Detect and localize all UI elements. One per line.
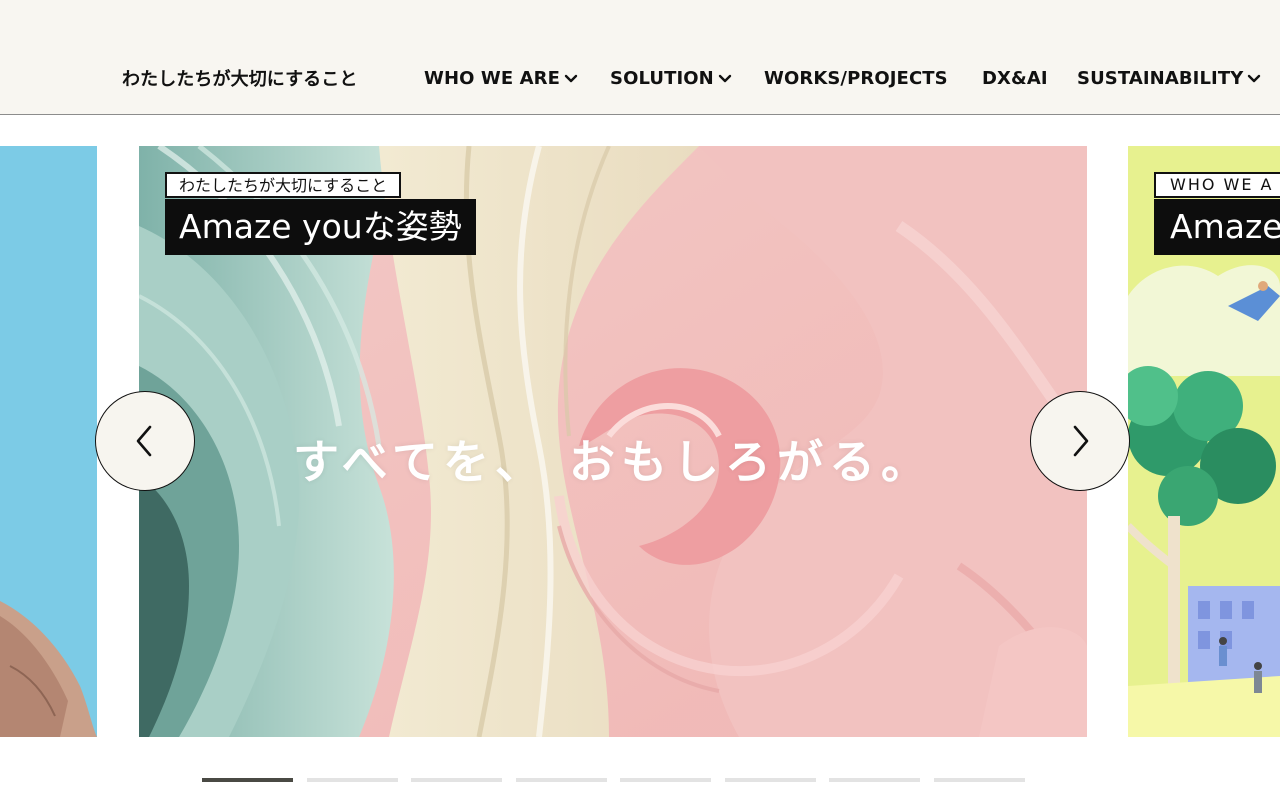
nav-item-label: わたしたちが大切にすること: [122, 69, 358, 90]
site-header: わたしたちが大切にすること WHO WE ARE SOLUTION WORKS/…: [0, 0, 1280, 115]
hero-carousel: わたしたちが大切にすること Amaze youな姿勢 すべてを、 おもしろがる。: [0, 146, 1280, 738]
nav-item-solution[interactable]: SOLUTION: [610, 63, 732, 93]
slide-previous-image: [0, 146, 97, 737]
pagination-dot-3[interactable]: [411, 778, 502, 782]
chevron-left-icon: [136, 425, 152, 457]
nav-item-label: SUSTAINABILITY: [1077, 67, 1244, 89]
chevron-down-icon: [718, 74, 732, 83]
nav-item-label: SOLUTION: [610, 67, 714, 89]
nav-item-label: WHO WE ARE: [424, 67, 560, 89]
pagination-dot-6[interactable]: [724, 778, 816, 782]
carousel-pagination: [0, 778, 1280, 784]
slide-previous[interactable]: [0, 146, 97, 737]
next-slide-category-label: WHO WE A: [1154, 172, 1280, 198]
chevron-down-icon: [564, 74, 578, 83]
nav-item-sustainability[interactable]: SUSTAINABILITY: [1077, 63, 1261, 93]
nav-item-dx-ai[interactable]: DX&AI: [982, 63, 1048, 93]
next-slide-title: Amaze: [1154, 199, 1280, 255]
pagination-dot-2[interactable]: [306, 778, 398, 782]
slide-title: Amaze youな姿勢: [165, 199, 476, 255]
pagination-dot-1[interactable]: [202, 778, 293, 782]
slide-tagline: すべてを、 おもしろがる。: [292, 435, 934, 489]
slide-next[interactable]: WHO WE A Amaze: [1128, 146, 1280, 737]
carousel-next-button[interactable]: [1030, 391, 1130, 491]
nav-item-works-projects[interactable]: WORKS/PROJECTS: [764, 63, 948, 93]
global-nav: わたしたちが大切にすること WHO WE ARE SOLUTION WORKS/…: [0, 63, 1280, 93]
pagination-dot-5[interactable]: [620, 778, 711, 782]
chevron-down-icon: [1248, 74, 1261, 83]
slide-category-label: わたしたちが大切にすること: [165, 172, 402, 198]
nav-item-who-we-are[interactable]: WHO WE ARE: [424, 63, 578, 93]
pagination-dot-4[interactable]: [515, 778, 607, 782]
nav-item-label: WORKS/PROJECTS: [764, 67, 948, 89]
chevron-right-icon: [1073, 425, 1089, 457]
carousel-prev-button[interactable]: [95, 391, 195, 491]
nav-item-label: DX&AI: [982, 67, 1048, 89]
pagination-dot-7[interactable]: [829, 778, 920, 782]
nav-item-values[interactable]: わたしたちが大切にすること: [122, 63, 357, 93]
slide-active[interactable]: わたしたちが大切にすること Amaze youな姿勢 すべてを、 おもしろがる。: [139, 146, 1087, 737]
pagination-dot-8[interactable]: [933, 778, 1025, 782]
